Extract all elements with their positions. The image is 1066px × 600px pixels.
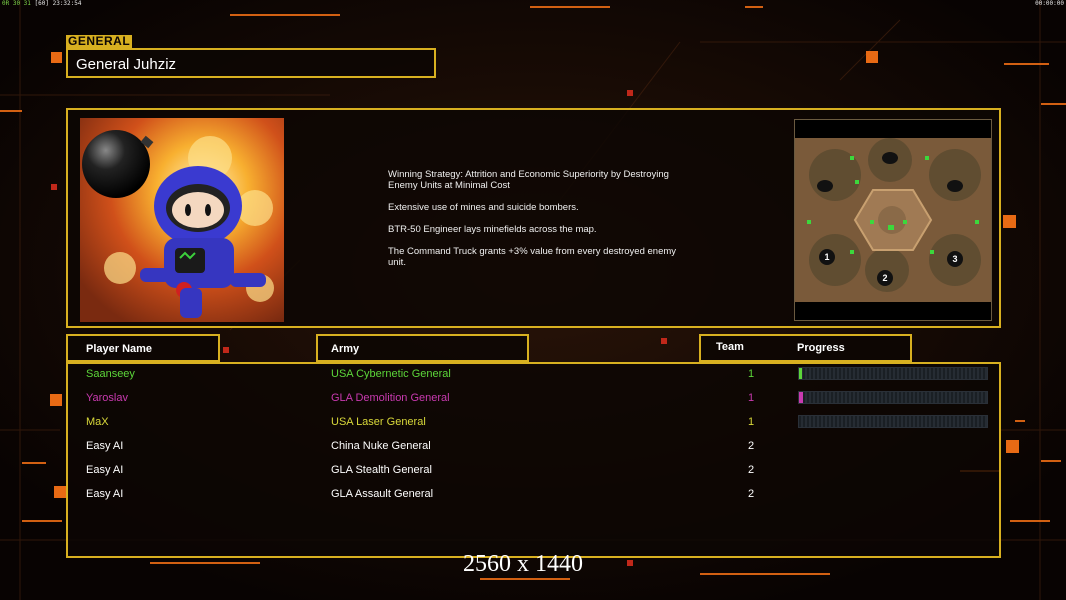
start-position-2: 2 [882, 273, 887, 283]
description-line: Winning Strategy: Attrition and Economic… [388, 169, 669, 191]
general-info-panel: Winning Strategy: Attrition and Economic… [66, 108, 1001, 328]
description-line: Extensive use of mines and suicide bombe… [388, 202, 579, 213]
player-name: Easy AI [86, 440, 124, 452]
map-preview: 1 2 3 [794, 119, 992, 321]
general-name-box: General Juhziz [66, 48, 436, 78]
player-team: 2 [747, 440, 755, 452]
general-section-label: GENERAL [66, 34, 133, 48]
players-list: Saanseey USA Cybernetic General 1 Yarosl… [66, 362, 1001, 558]
player-name: Easy AI [86, 464, 124, 476]
player-name: MaX [86, 416, 109, 428]
player-row: Yaroslav GLA Demolition General 1 [68, 388, 999, 412]
progress-fill [799, 392, 803, 403]
player-army: GLA Demolition General [331, 392, 450, 404]
debug-stats: 0R 30 31 [60] 23:32:54 [2, 0, 82, 7]
general-portrait [80, 118, 284, 322]
start-position-1: 1 [824, 252, 829, 262]
player-row: Saanseey USA Cybernetic General 1 [68, 364, 999, 388]
progress-bar [798, 391, 988, 404]
player-army: GLA Stealth General [331, 464, 432, 476]
description-line: BTR-50 Engineer lays minefields across t… [388, 224, 597, 235]
player-army: China Nuke General [331, 440, 431, 452]
player-name: Easy AI [86, 488, 124, 500]
player-team: 2 [747, 464, 755, 476]
header-team-progress: Team Progress [699, 334, 912, 362]
description-line: The Command Truck grants +3% value from … [388, 246, 677, 268]
resolution-overlay: 2560 x 1440 [463, 551, 583, 577]
progress-bar [798, 367, 988, 380]
player-army: USA Cybernetic General [331, 368, 451, 380]
player-name: Yaroslav [86, 392, 128, 404]
player-row: MaX USA Laser General 1 [68, 412, 999, 436]
game-clock: 00:00:00 [1035, 0, 1064, 7]
header-player-name: Player Name [66, 334, 220, 362]
header-progress-label: Progress [797, 342, 845, 354]
start-position-3: 3 [952, 254, 957, 264]
header-player-label: Player Name [86, 343, 153, 355]
player-army: GLA Assault General [331, 488, 434, 500]
general-description: Winning Strategy: Attrition and Economic… [388, 169, 708, 279]
header-team-label: Team [716, 341, 744, 353]
session-stats: [60] 23:32:54 [34, 0, 82, 7]
player-row: Easy AI GLA Stealth General 2 [68, 460, 999, 484]
player-team: 2 [747, 488, 755, 500]
fps-counter: 0R 30 31 [2, 0, 31, 7]
player-row: Easy AI China Nuke General 2 [68, 436, 999, 460]
player-army: USA Laser General [331, 416, 426, 428]
player-team: 1 [747, 392, 755, 404]
progress-bar [798, 415, 988, 428]
player-team: 1 [747, 368, 755, 380]
progress-fill [799, 368, 802, 379]
player-row: Easy AI GLA Assault General 2 [68, 484, 999, 508]
general-name: General Juhziz [76, 56, 177, 73]
header-army: Army [316, 334, 529, 362]
header-army-label: Army [331, 343, 360, 355]
player-name: Saanseey [86, 368, 135, 380]
player-team: 1 [747, 416, 755, 428]
